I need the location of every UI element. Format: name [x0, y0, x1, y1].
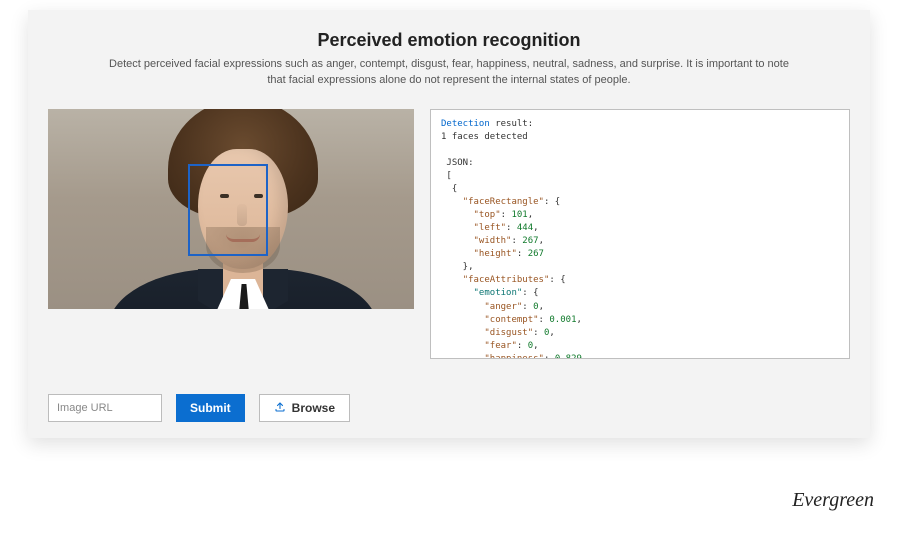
controls-row: Submit Browse [48, 394, 350, 422]
image-url-input[interactable] [48, 394, 162, 422]
browse-button-label: Browse [292, 401, 335, 415]
input-image [48, 109, 414, 309]
content-row: Detection result: 1 faces detected JSON:… [48, 109, 850, 359]
watermark: Evergreen [792, 489, 874, 512]
detection-result-json[interactable]: Detection result: 1 faces detected JSON:… [430, 109, 850, 359]
demo-panel: Perceived emotion recognition Detect per… [28, 10, 870, 438]
page-title: Perceived emotion recognition [48, 30, 850, 51]
face-detection-box [188, 164, 268, 256]
upload-icon [274, 401, 286, 416]
page-subtitle: Detect perceived facial expressions such… [109, 57, 789, 89]
submit-button[interactable]: Submit [176, 394, 245, 422]
browse-button[interactable]: Browse [259, 394, 350, 422]
